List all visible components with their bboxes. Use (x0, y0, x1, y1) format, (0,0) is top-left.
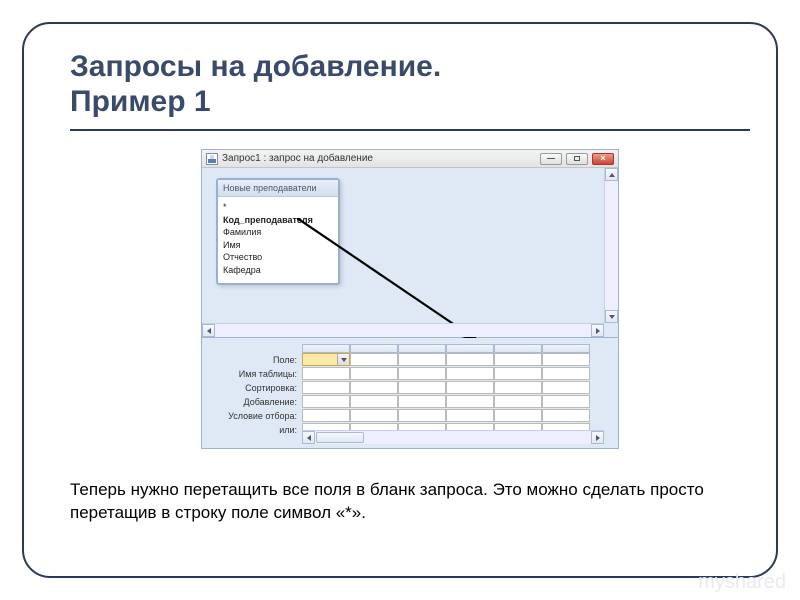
qbe-header-row (206, 344, 618, 353)
window-title: Запрос1 : запрос на добавление (222, 153, 536, 164)
scroll-left-icon[interactable] (302, 431, 315, 444)
query-upper-pane: Новые преподаватели * Код_преподавателя … (202, 168, 618, 338)
append-cell[interactable] (542, 395, 590, 408)
sort-cell[interactable] (302, 381, 350, 394)
access-query-window: Запрос1 : запрос на добавление × Новые п… (201, 149, 619, 449)
table-cell[interactable] (350, 367, 398, 380)
field-surname[interactable]: Фамилия (223, 226, 333, 239)
table-cell[interactable] (494, 367, 542, 380)
maximize-button[interactable] (566, 153, 588, 165)
field-dropdown-button[interactable] (337, 354, 349, 365)
sort-cell[interactable] (350, 381, 398, 394)
sort-cell[interactable] (398, 381, 446, 394)
close-button[interactable]: × (592, 153, 614, 165)
title-underline (70, 129, 750, 131)
label-or: или: (206, 423, 302, 437)
query-grid-pane: Поле: Имя таблицы: Сортиро (202, 338, 618, 448)
field-cell[interactable] (398, 353, 446, 366)
table-cell[interactable] (398, 367, 446, 380)
qbe-row-field: Поле: (206, 353, 618, 367)
source-table-name: Новые преподаватели (218, 180, 338, 197)
append-cell[interactable] (398, 395, 446, 408)
scroll-right-icon[interactable] (591, 431, 604, 444)
table-cell[interactable] (542, 367, 590, 380)
field-name[interactable]: Имя (223, 239, 333, 252)
watermark: myshared (698, 571, 786, 594)
sort-cell[interactable] (542, 381, 590, 394)
field-star[interactable]: * (223, 201, 333, 214)
field-cell[interactable] (350, 353, 398, 366)
label-table: Имя таблицы: (206, 367, 302, 381)
label-criteria: Условие отбора: (206, 409, 302, 423)
table-cell[interactable] (302, 367, 350, 380)
field-cell[interactable] (494, 353, 542, 366)
qbe-row-sort: Сортировка: (206, 381, 618, 395)
field-patronymic[interactable]: Отчество (223, 251, 333, 264)
table-cell[interactable] (446, 367, 494, 380)
criteria-cell[interactable] (446, 409, 494, 422)
source-table-fields: * Код_преподавателя Фамилия Имя Отчество… (218, 197, 338, 283)
window-titlebar: Запрос1 : запрос на добавление × (202, 150, 618, 168)
field-department[interactable]: Кафедра (223, 264, 333, 277)
lower-scrollbar-horizontal[interactable] (302, 430, 604, 444)
qbe-row-table: Имя таблицы: (206, 367, 618, 381)
minimize-button[interactable] (540, 153, 562, 165)
qbe-row-criteria: Условие отбора: (206, 409, 618, 423)
field-cell[interactable] (446, 353, 494, 366)
append-cell[interactable] (302, 395, 350, 408)
source-table-box[interactable]: Новые преподаватели * Код_преподавателя … (216, 178, 340, 285)
slide-body-text: Теперь нужно перетащить все поля в бланк… (70, 479, 750, 525)
sort-cell[interactable] (446, 381, 494, 394)
title-line-1: Запросы на добавление. (70, 50, 441, 83)
label-append: Добавление: (206, 395, 302, 409)
append-cell[interactable] (494, 395, 542, 408)
append-cell[interactable] (350, 395, 398, 408)
sort-cell[interactable] (494, 381, 542, 394)
slide-title: Запросы на добавление. Пример 1 (70, 50, 750, 119)
field-key[interactable]: Код_преподавателя (223, 214, 333, 227)
window-icon (206, 153, 218, 165)
slide-content: Запросы на добавление. Пример 1 Запрос1 … (70, 50, 750, 550)
scroll-left-icon[interactable] (202, 324, 215, 337)
field-cell-active[interactable] (302, 353, 350, 366)
upper-scrollbar-horizontal[interactable] (202, 323, 604, 337)
scroll-up-icon[interactable] (605, 168, 618, 181)
append-cell[interactable] (446, 395, 494, 408)
criteria-cell[interactable] (542, 409, 590, 422)
qbe-row-append: Добавление: (206, 395, 618, 409)
field-cell[interactable] (542, 353, 590, 366)
label-field: Поле: (206, 353, 302, 367)
scroll-down-icon[interactable] (605, 310, 618, 323)
criteria-cell[interactable] (494, 409, 542, 422)
scroll-thumb[interactable] (316, 432, 364, 443)
upper-scrollbar-vertical[interactable] (604, 168, 618, 323)
criteria-cell[interactable] (302, 409, 350, 422)
scroll-right-icon[interactable] (591, 324, 604, 337)
label-sort: Сортировка: (206, 381, 302, 395)
criteria-cell[interactable] (398, 409, 446, 422)
criteria-cell[interactable] (350, 409, 398, 422)
title-line-2: Пример 1 (70, 85, 211, 118)
